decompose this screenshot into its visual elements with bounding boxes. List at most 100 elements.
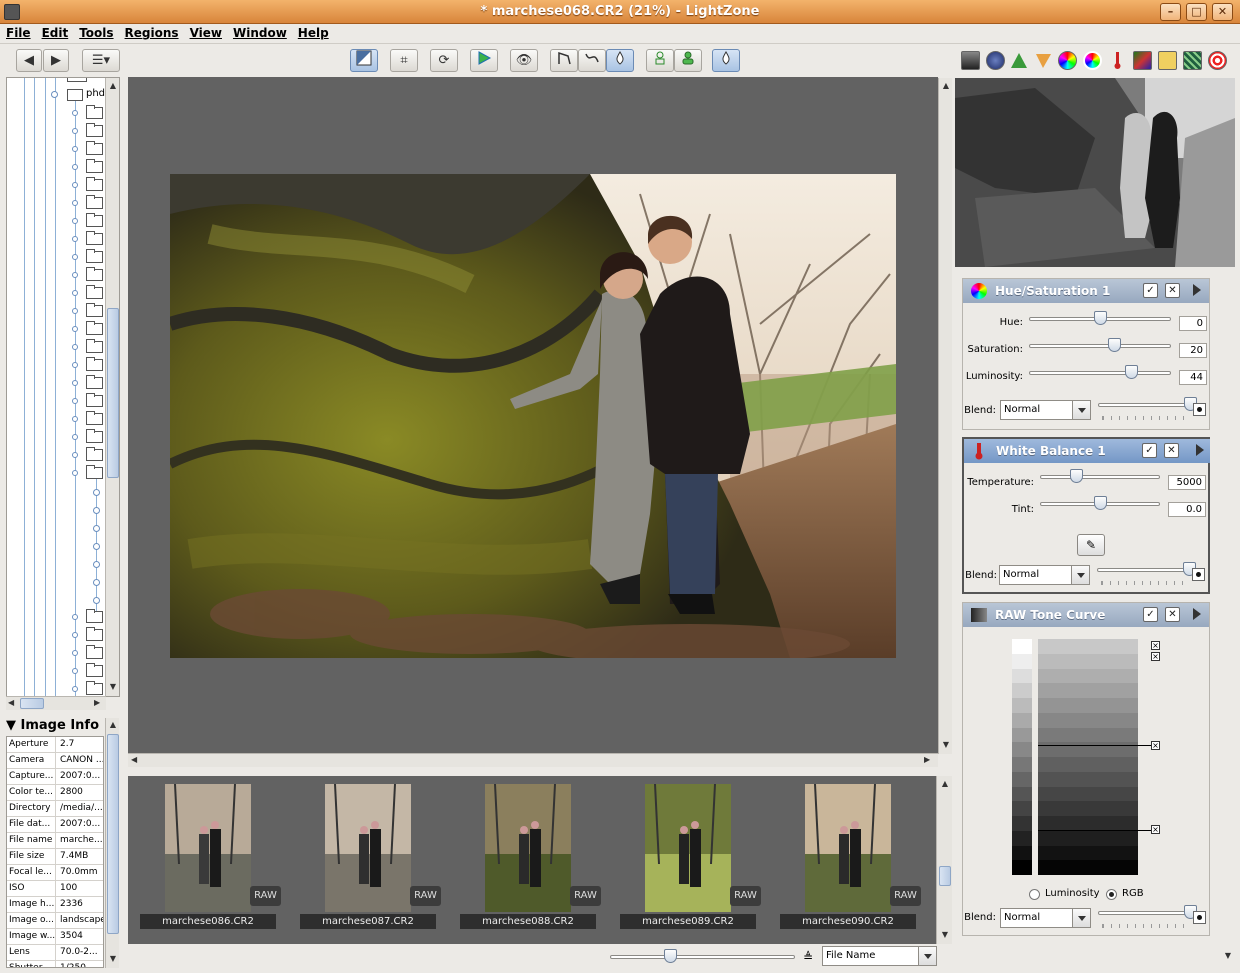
film-thumbnail[interactable]: RAW marchese087.CR2 (300, 784, 441, 932)
tone-curve-enable-checkbox[interactable]: ✓ (1143, 607, 1158, 622)
clone-region-button[interactable] (646, 49, 674, 72)
wb-opacity-track[interactable] (1097, 568, 1189, 572)
close-window-button[interactable]: ✕ (1212, 3, 1233, 21)
hue-saturation-expand-icon[interactable] (1193, 284, 1201, 296)
luminosity-slider-track[interactable] (1029, 371, 1171, 375)
freehand-region-button[interactable] (606, 49, 634, 72)
white-balance-expand-icon[interactable] (1196, 444, 1204, 456)
scroll-left-arrow[interactable]: ◀ (8, 698, 14, 707)
luminosity-radio[interactable] (1029, 889, 1040, 900)
tree-leaf-node[interactable] (93, 489, 100, 496)
zone-handle[interactable]: ⨯ (1151, 825, 1160, 834)
scroll-right-arrow[interactable]: ▶ (94, 698, 100, 707)
tree-folder-label[interactable]: phd (86, 88, 105, 99)
rgb-radio[interactable] (1106, 889, 1117, 900)
info-scroll-down-arrow[interactable]: ▼ (107, 954, 119, 963)
heal-region-button[interactable] (674, 49, 702, 72)
luminosity-slider-knob[interactable] (1125, 365, 1139, 379)
hue-saturation-icon[interactable] (1083, 51, 1102, 70)
menu-help[interactable]: Help (292, 24, 334, 40)
hue-opacity-track[interactable] (1098, 403, 1190, 407)
tree-horizontal-scrollbar[interactable]: ◀ ▶ (6, 696, 106, 710)
hue-blend-select[interactable]: Normal (1000, 400, 1091, 420)
film-scroll-up-arrow[interactable]: ▲ (939, 779, 951, 788)
saturation-slider-knob[interactable] (1108, 338, 1122, 352)
info-scroll-up-arrow[interactable]: ▲ (107, 720, 119, 729)
film-thumbnail[interactable]: RAW marchese086.CR2 (140, 784, 281, 932)
tree-leaf-node[interactable] (93, 561, 100, 568)
film-scroll-down-arrow[interactable]: ▼ (939, 930, 951, 939)
tint-value-field[interactable]: 0.0 (1168, 502, 1206, 517)
send-button[interactable] (470, 49, 498, 72)
sharpen-icon[interactable] (986, 51, 1005, 70)
saturation-value-field[interactable]: 20 (1179, 343, 1207, 358)
target-icon[interactable] (1208, 51, 1227, 70)
tint-slider-knob[interactable] (1094, 496, 1107, 510)
film-thumbnail[interactable]: RAW marchese088.CR2 (460, 784, 601, 932)
tone-icon[interactable] (1034, 51, 1053, 70)
menu-view[interactable]: View (184, 24, 227, 40)
polygon-region-button[interactable] (550, 49, 578, 72)
scroll-up-arrow[interactable]: ▲ (107, 81, 119, 90)
menu-file[interactable]: File (0, 24, 36, 40)
menu-window[interactable]: Window (227, 24, 292, 40)
white-balance-header[interactable]: White Balance 1 ✓ ✕ (964, 439, 1210, 463)
zone-mapper-icon[interactable] (961, 51, 980, 70)
rotate-tool-button[interactable]: ⟳ (430, 49, 458, 72)
minimize-button[interactable]: – (1160, 3, 1181, 21)
hue-slider-knob[interactable] (1094, 311, 1107, 325)
h-scroll-thumb[interactable] (20, 698, 44, 709)
saturation-slider-track[interactable] (1029, 344, 1171, 348)
maximize-button[interactable]: □ (1186, 3, 1207, 21)
spline-region-button[interactable] (578, 49, 606, 72)
zone-handle[interactable]: ⨯ (1151, 652, 1160, 661)
tone-curve-expand-icon[interactable] (1193, 608, 1201, 620)
hue-saturation-remove-button[interactable]: ✕ (1165, 283, 1180, 298)
hue-saturation-header[interactable]: Hue/Saturation 1 ✓ ✕ (963, 279, 1209, 303)
relight-icon[interactable] (1010, 51, 1029, 70)
film-thumbnail[interactable]: RAW marchese089.CR2 (620, 784, 761, 932)
back-button[interactable]: ◀ (16, 49, 42, 72)
eyedropper-button[interactable]: ✎ (1077, 534, 1105, 556)
preview-button[interactable]: 👁 (510, 49, 538, 72)
scroll-thumb[interactable] (107, 308, 119, 478)
zone-handle[interactable]: ⨯ (1151, 741, 1160, 750)
main-photo[interactable] (170, 174, 896, 658)
thumbnail-size-knob[interactable] (664, 949, 677, 963)
filmstrip-vertical-scrollbar[interactable]: ▲ ▼ (936, 776, 952, 944)
tc-blend-select[interactable]: Normal (1000, 908, 1091, 928)
canvas-scroll-down-arrow[interactable]: ▼ (940, 740, 952, 749)
menu-edit[interactable]: Edit (36, 24, 74, 40)
tree-vertical-scrollbar[interactable]: ▲ ▼ (105, 78, 119, 696)
tone-curve-header[interactable]: RAW Tone Curve ✓ ✕ (963, 603, 1209, 627)
tc-opacity-track[interactable] (1098, 911, 1190, 915)
canvas-scroll-right-arrow[interactable]: ▶ (924, 755, 930, 764)
channel-mixer-icon[interactable] (1133, 51, 1152, 70)
tree-leaf-node[interactable] (93, 579, 100, 586)
hue-value-field[interactable]: 0 (1179, 316, 1207, 331)
white-balance-remove-button[interactable]: ✕ (1164, 443, 1179, 458)
color-balance-icon[interactable] (1058, 51, 1077, 70)
canvas-scroll-up-arrow[interactable]: ▲ (940, 81, 952, 90)
luminosity-value-field[interactable]: 44 (1179, 370, 1207, 385)
wb-region-toggle[interactable] (1192, 568, 1205, 581)
scroll-down-arrow[interactable]: ▼ (107, 682, 119, 691)
panel-scroll-down[interactable]: ▼ (1221, 945, 1235, 967)
canvas-scroll-left-arrow[interactable]: ◀ (131, 755, 137, 764)
tree-options-button[interactable]: ☰▾ (82, 49, 120, 72)
sort-order-icon[interactable]: ≜ (803, 950, 813, 964)
canvas-horizontal-scrollbar[interactable]: ◀ ▶ (128, 753, 938, 767)
temperature-slider-knob[interactable] (1070, 469, 1083, 483)
thumbnail-size-slider[interactable] (610, 955, 795, 959)
info-scroll-thumb[interactable] (107, 734, 119, 934)
white-balance-enable-checkbox[interactable]: ✓ (1142, 443, 1157, 458)
compare-tool-button[interactable] (350, 49, 378, 72)
temperature-slider-track[interactable] (1040, 475, 1160, 479)
hue-region-toggle[interactable] (1193, 403, 1206, 416)
menu-regions[interactable]: Regions (119, 24, 184, 40)
temperature-value-field[interactable]: 5000 (1168, 475, 1206, 490)
image-info-header[interactable]: ▼ Image Info (6, 718, 106, 736)
info-vertical-scrollbar[interactable]: ▲ ▼ (105, 718, 119, 968)
forward-button[interactable]: ▶ (43, 49, 69, 72)
canvas-vertical-scrollbar[interactable]: ▲ ▼ (938, 78, 952, 754)
